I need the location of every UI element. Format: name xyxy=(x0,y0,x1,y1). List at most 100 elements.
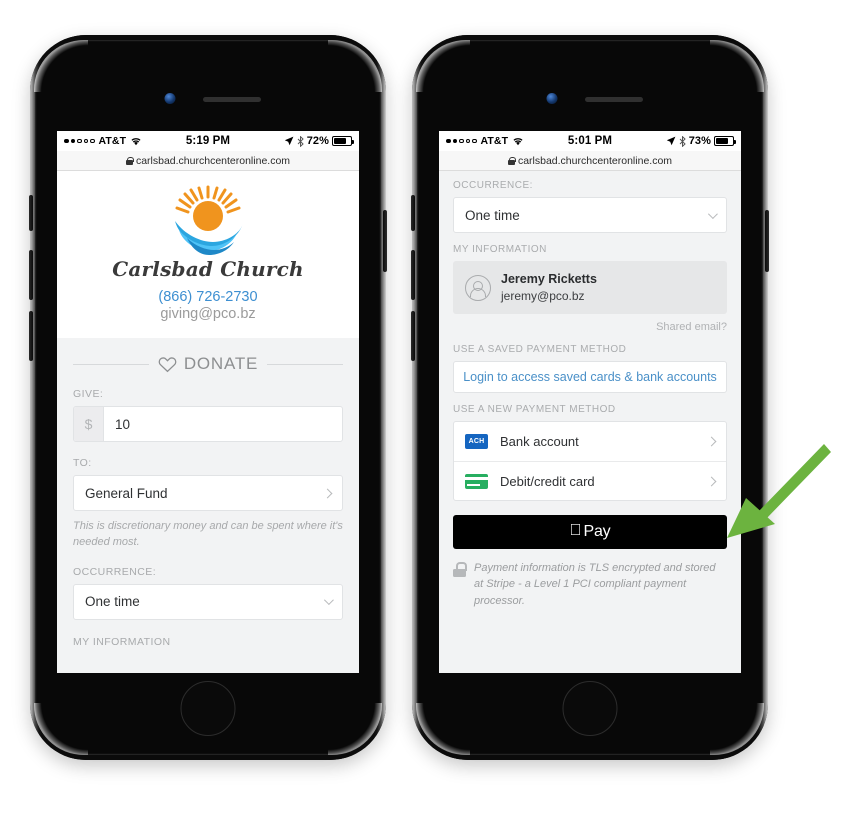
payment-method-label: Bank account xyxy=(500,434,579,450)
phone-device-right: AT&T 5:01 PM 73% carlsbad.churchcenteron… xyxy=(411,35,769,760)
fund-helper-text: This is discretionary money and can be s… xyxy=(73,520,343,548)
clock-label: 5:01 PM xyxy=(567,135,613,147)
location-arrow-icon xyxy=(666,136,676,146)
payment-method-bank-account[interactable]: ACH Bank account xyxy=(454,422,726,461)
earpiece-speaker xyxy=(585,97,643,102)
mute-switch[interactable] xyxy=(29,195,33,231)
front-camera-icon xyxy=(164,93,176,104)
apple-pay-button[interactable]:  Pay xyxy=(453,515,727,550)
lock-icon xyxy=(453,562,468,578)
saved-payment-label: USE A SAVED PAYMENT METHOD xyxy=(453,344,627,356)
chevron-down-icon xyxy=(323,595,334,606)
apple-pay-label: Pay xyxy=(577,523,611,541)
mute-switch[interactable] xyxy=(411,195,415,231)
new-payment-label: USE A NEW PAYMENT METHOD xyxy=(453,404,616,416)
church-name: Carlsbad Church xyxy=(112,257,304,281)
user-name: Jeremy Ricketts xyxy=(501,272,597,286)
donate-title: DONATE xyxy=(183,354,259,373)
battery-icon xyxy=(332,136,355,146)
battery-percent-label: 73% xyxy=(688,135,712,147)
church-phone-link[interactable]: (866) 726-2730 xyxy=(57,289,359,305)
fund-select[interactable]: General Fund xyxy=(73,475,343,511)
carrier-label: AT&T xyxy=(98,135,127,147)
battery-percent-label: 72% xyxy=(306,135,330,147)
power-button[interactable] xyxy=(765,210,769,272)
chevron-right-icon xyxy=(706,476,717,487)
volume-up-button[interactable] xyxy=(411,250,415,300)
payment-form: OCCURRENCE: One time MY INFORMATION Jere… xyxy=(439,171,741,609)
shared-email-link[interactable]: Shared email? xyxy=(453,321,727,333)
page-content-right: OCCURRENCE: One time MY INFORMATION Jere… xyxy=(439,171,741,673)
amount-input[interactable]: $ 10 xyxy=(73,406,343,442)
occurrence-label: OCCURRENCE: xyxy=(453,180,533,191)
volume-down-button[interactable] xyxy=(29,311,33,361)
occurrence-select[interactable]: One time xyxy=(453,197,727,233)
payment-method-debit-credit-card[interactable]: Debit/credit card xyxy=(454,461,726,500)
user-email: jeremy@pco.bz xyxy=(501,288,585,303)
lock-icon xyxy=(507,156,516,165)
divider-left xyxy=(73,363,149,365)
signal-strength-icon xyxy=(64,138,95,144)
home-button[interactable] xyxy=(562,681,618,736)
bluetooth-icon xyxy=(679,135,686,147)
church-email-link[interactable]: giving@pco.bz xyxy=(57,306,359,322)
amount-value: 10 xyxy=(115,416,131,432)
fund-value: General Fund xyxy=(85,485,168,501)
security-note: Payment information is TLS encrypted and… xyxy=(453,560,727,609)
occurrence-label: OCCURRENCE: xyxy=(73,565,157,578)
payment-method-list: ACH Bank account Debit/credit card xyxy=(453,421,727,502)
phone-screen-left: AT&T 5:19 PM 72% carlsbad.churchcenteron… xyxy=(57,131,359,673)
chevron-right-icon xyxy=(706,436,717,447)
currency-symbol: $ xyxy=(74,407,104,441)
security-note-text: Payment information is TLS encrypted and… xyxy=(474,562,716,607)
my-information-label: MY INFORMATION xyxy=(453,244,547,255)
browser-url-bar-right[interactable]: carlsbad.churchcenteronline.com xyxy=(439,151,741,171)
payment-method-label: Debit/credit card xyxy=(500,473,595,489)
occurrence-value: One time xyxy=(465,207,520,223)
to-label: TO: xyxy=(73,457,92,469)
church-hero-section: Carlsbad Church (866) 726-2730 giving@pc… xyxy=(57,171,359,338)
person-avatar-icon xyxy=(465,274,491,301)
heart-outline-icon xyxy=(158,356,177,372)
battery-icon xyxy=(714,136,737,146)
phone-screen-right: AT&T 5:01 PM 73% carlsbad.churchcenteron… xyxy=(439,131,741,673)
occurrence-select[interactable]: One time xyxy=(73,583,343,620)
volume-down-button[interactable] xyxy=(411,311,415,361)
carrier-label: AT&T xyxy=(480,135,509,147)
url-label: carlsbad.churchcenteronline.com xyxy=(517,154,673,167)
sun-wave-logo-icon xyxy=(165,185,251,255)
chevron-down-icon xyxy=(707,208,718,219)
ach-bank-icon: ACH xyxy=(465,434,488,450)
apple-logo-icon:  xyxy=(570,523,582,539)
give-label: GIVE: xyxy=(73,388,104,400)
earpiece-speaker xyxy=(203,97,261,102)
chevron-right-icon xyxy=(322,488,333,498)
browser-url-bar-left[interactable]: carlsbad.churchcenteronline.com xyxy=(57,151,359,171)
power-button[interactable] xyxy=(383,210,387,272)
status-bar-left: AT&T 5:19 PM 72% xyxy=(57,131,359,151)
volume-up-button[interactable] xyxy=(29,250,33,300)
user-info-card[interactable]: Jeremy Ricketts jeremy@pco.bz xyxy=(453,261,727,315)
divider-right xyxy=(267,363,344,365)
home-button[interactable] xyxy=(180,681,236,736)
my-information-label-cutoff: MY INFORMATION xyxy=(73,635,171,648)
page-content-left: Carlsbad Church (866) 726-2730 giving@pc… xyxy=(57,171,359,673)
clock-label: 5:19 PM xyxy=(185,135,231,147)
credit-card-icon xyxy=(465,473,488,489)
donation-form: GIVE: $ 10 TO: General Fund This is disc… xyxy=(57,374,359,648)
occurrence-value: One time xyxy=(85,594,140,610)
wifi-icon xyxy=(131,138,141,146)
signal-strength-icon xyxy=(446,138,477,144)
login-saved-methods-button[interactable]: Login to access saved cards & bank accou… xyxy=(453,361,727,394)
location-arrow-icon xyxy=(284,136,294,146)
screenshot-stage: AT&T 5:19 PM 72% carlsbad.churchcenteron… xyxy=(0,0,860,825)
lock-icon xyxy=(125,156,134,165)
status-bar-right: AT&T 5:01 PM 73% xyxy=(439,131,741,151)
donate-section-header: DONATE xyxy=(57,338,359,374)
front-camera-icon xyxy=(546,93,558,104)
bluetooth-icon xyxy=(297,135,304,147)
url-label: carlsbad.churchcenteronline.com xyxy=(135,154,291,167)
phone-device-left: AT&T 5:19 PM 72% carlsbad.churchcenteron… xyxy=(29,35,387,760)
